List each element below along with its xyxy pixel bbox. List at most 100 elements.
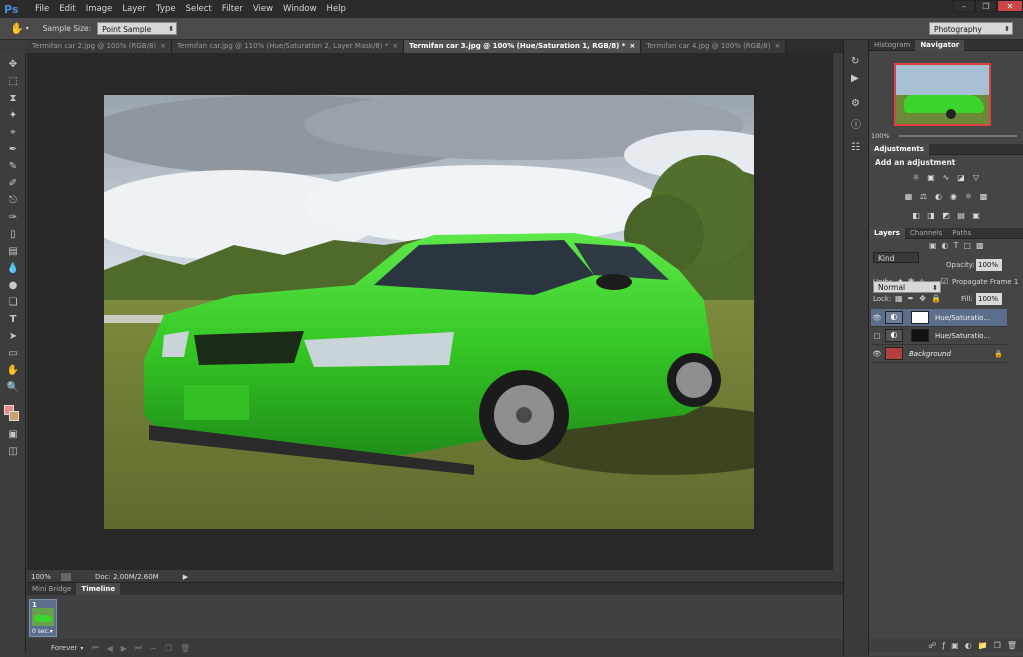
workspace-select[interactable]: Photography [929,22,1013,36]
posterize-icon[interactable]: ◨ [926,211,937,221]
menu-layer[interactable]: Layer [117,4,151,14]
fill-input[interactable]: 100% [976,293,1002,305]
menu-filter[interactable]: Filter [217,4,248,14]
opacity-input[interactable]: 100% [976,259,1002,271]
layer-mask-thumbnail[interactable] [911,329,929,342]
eyedropper-tool-icon[interactable]: ✒ [5,142,21,157]
brightness-contrast-icon[interactable]: ☼ [911,173,922,183]
loop-chevron-icon[interactable]: ▾ [80,645,83,652]
layer-row[interactable]: 👁 ◐ Hue/Saturatio... [871,309,1007,327]
status-menu-icon[interactable] [61,572,71,581]
tween-icon[interactable]: ∼ [150,644,157,653]
layer-row[interactable]: 👁 Background 🔒 [871,345,1007,363]
zoom-level[interactable]: 100% [31,573,61,581]
tab-histogram[interactable]: Histogram [869,40,915,51]
invert-icon[interactable]: ◧ [911,211,922,221]
previous-frame-icon[interactable]: ◀ [107,644,113,653]
loop-options[interactable]: Forever [51,644,77,652]
navigator-zoom-slider[interactable] [899,135,1017,137]
color-balance-icon[interactable]: ⚖ [918,192,929,202]
gradient-map-icon[interactable]: ▤ [956,211,967,221]
healing-brush-tool-icon[interactable]: ✎ [5,159,21,174]
channel-mixer-icon[interactable]: ⚛ [963,192,974,202]
menu-edit[interactable]: Edit [54,4,80,14]
status-arrow-icon[interactable]: ▶ [183,573,188,581]
crop-tool-icon[interactable]: ⌖ [5,125,21,140]
tab-timeline[interactable]: Timeline [76,583,121,595]
tab-navigator[interactable]: Navigator [915,40,965,51]
layer-filter-select[interactable]: Kind [873,252,919,264]
dodge-tool-icon[interactable]: ● [5,278,21,293]
propagate-checkbox[interactable]: ☑ [941,277,948,286]
gradient-tool-icon[interactable]: ▤ [5,244,21,259]
delete-frame-icon[interactable]: 🗑 [180,644,190,653]
background-color-swatch[interactable] [9,411,19,421]
menu-type[interactable]: Type [151,4,181,14]
layer-filter-icons[interactable]: ▣◐T□▩ [929,241,989,250]
unify-icons[interactable]: ✦❃✧ [897,277,929,286]
zoom-tool-icon[interactable]: 🔍 [5,380,21,395]
quick-selection-tool-icon[interactable]: ✦ [5,108,21,123]
tab-mini-bridge[interactable]: Mini Bridge [27,583,76,595]
menu-select[interactable]: Select [181,4,217,14]
tab-channels[interactable]: Channels [905,228,947,239]
photo-filter-icon[interactable]: ◉ [948,192,959,202]
history-brush-tool-icon[interactable]: ✑ [5,210,21,225]
close-tab-icon[interactable]: × [392,42,398,50]
tab-layers[interactable]: Layers [869,228,905,239]
tab-adjustments[interactable]: Adjustments [869,144,929,155]
new-layer-icon[interactable]: ❐ [994,641,1001,650]
frame-delay[interactable]: 0 sec.▾ [32,628,53,635]
animation-frame[interactable]: 1 0 sec.▾ [29,599,57,637]
lock-icons[interactable]: ▦✒✥🔒 [895,294,946,303]
tab-termifan-car-4[interactable]: Termifan car 4.jpg @ 100% (RGB/8) × [641,40,787,53]
menu-file[interactable]: File [30,4,54,14]
menu-view[interactable]: View [248,4,278,14]
layer-mask-thumbnail[interactable] [911,311,929,324]
visibility-eye-icon[interactable]: 👁 [871,314,883,322]
layer-name[interactable]: Hue/Saturatio... [935,332,990,340]
restore-button[interactable]: ❐ [975,0,997,12]
layer-comps-icon[interactable]: ☷ [851,142,860,153]
tab-termifan-car[interactable]: Termifan car.jpg @ 110% (Hue/Saturation … [172,40,405,53]
menu-help[interactable]: Help [322,4,351,14]
tool-preset-chevron-icon[interactable]: ▾ [26,25,29,32]
blur-tool-icon[interactable]: 💧 [5,261,21,276]
layer-row[interactable]: □ ◐ Hue/Saturatio... [871,327,1007,345]
minimize-button[interactable]: – [953,0,975,12]
marquee-tool-icon[interactable]: ⬚ [5,74,21,89]
navigator-zoom[interactable]: 100% [871,132,890,140]
close-tab-icon[interactable]: × [160,42,166,50]
layer-name[interactable]: Hue/Saturatio... [935,314,990,322]
new-adjustment-icon[interactable]: ◐ [965,641,972,650]
actions-icon[interactable]: ▶ [851,73,859,84]
tab-termifan-car-2[interactable]: Termifan car 2.jpg @ 100% (RGB/8) × [27,40,173,53]
next-frame-icon[interactable]: ⏭ [135,643,142,653]
sample-size-select[interactable]: Point Sample [97,22,178,36]
duplicate-frame-icon[interactable]: ❐ [165,644,172,653]
type-tool-icon[interactable]: T [5,312,21,327]
link-layers-icon[interactable]: ☍ [928,641,936,650]
new-group-icon[interactable]: 📁 [978,641,988,650]
info-icon[interactable]: ⓘ [851,116,861,131]
history-icon[interactable]: ↻ [851,56,859,67]
navigator-preview[interactable] [894,63,991,126]
hue-saturation-icon[interactable]: ▦ [903,192,914,202]
first-frame-icon[interactable]: ⏮ [91,643,98,653]
close-tab-icon[interactable]: × [774,42,780,50]
threshold-icon[interactable]: ◩ [941,211,952,221]
move-tool-icon[interactable]: ✥ [5,57,21,72]
tab-termifan-car-3[interactable]: Termifan car 3.jpg @ 100% (Hue/Saturatio… [404,40,642,53]
color-lookup-icon[interactable]: ▩ [978,192,989,202]
selective-color-icon[interactable]: ▣ [971,211,982,221]
hand-tool-icon[interactable]: ✋ [10,22,24,35]
lasso-tool-icon[interactable]: ⧗ [5,91,21,106]
layer-style-icon[interactable]: ƒ [942,641,945,650]
play-icon[interactable]: ▶ [121,644,127,653]
tab-paths[interactable]: Paths [947,228,976,239]
exposure-icon[interactable]: ◪ [956,173,967,183]
document-image[interactable] [104,95,754,529]
layer-name[interactable]: Background [909,350,951,358]
quick-mask-icon[interactable]: ▣ [5,427,21,442]
screen-mode-icon[interactable]: ◫ [5,444,21,459]
